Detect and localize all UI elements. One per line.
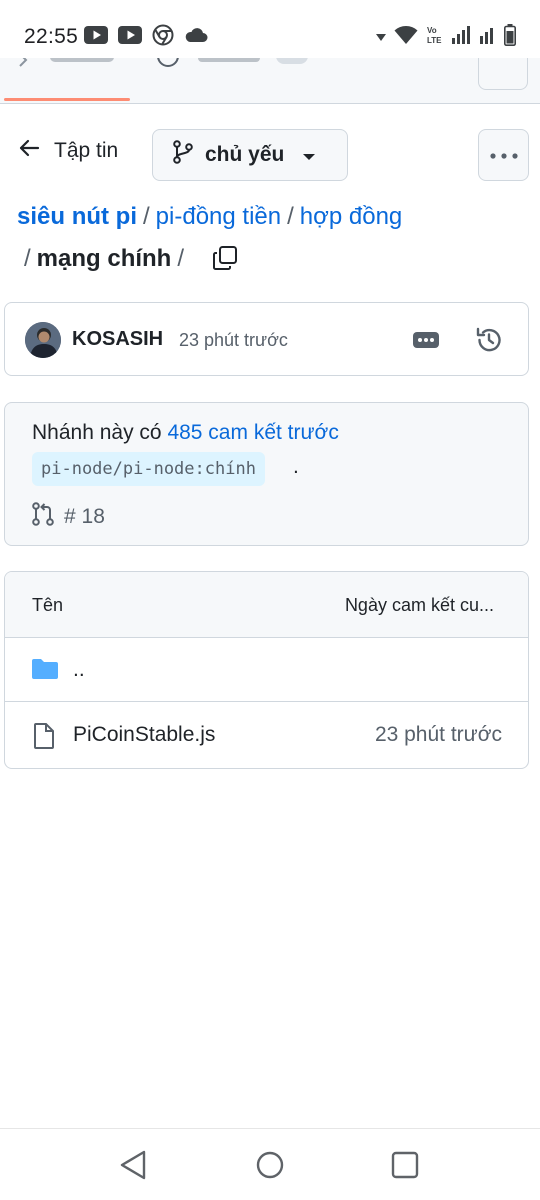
commit-time: 23 phút trước bbox=[179, 330, 288, 350]
svg-text:Vo: Vo bbox=[427, 26, 437, 35]
file-icon bbox=[31, 722, 57, 755]
nav-recents-icon[interactable] bbox=[390, 1149, 420, 1186]
arrow-left-icon bbox=[18, 138, 40, 164]
tab-active-underline bbox=[4, 98, 130, 101]
status-notification-icons bbox=[84, 24, 208, 51]
status-system-icons: Vo LTE bbox=[376, 24, 516, 51]
branch-comparison-prefix: Nhánh này có bbox=[32, 421, 162, 444]
branch-select-label: chủ yếu bbox=[205, 143, 285, 166]
wifi-icon bbox=[394, 25, 418, 50]
pull-request-link[interactable]: # 18 bbox=[32, 502, 105, 532]
table-header: Tên Ngày cam kết cu... bbox=[5, 572, 528, 638]
breadcrumb-separator: / bbox=[24, 245, 31, 272]
column-header-name: Tên bbox=[32, 595, 64, 615]
copy-path-icon[interactable] bbox=[212, 243, 238, 285]
row-date: 23 phút trước bbox=[374, 723, 502, 746]
branch-comparison-suffix: . bbox=[293, 455, 299, 478]
breadcrumb-separator: / bbox=[177, 245, 185, 272]
nav-home-icon[interactable] bbox=[255, 1149, 285, 1186]
back-button-label: Tập tin bbox=[54, 139, 119, 162]
column-header-commit-date: Ngày cam kết cu... bbox=[344, 595, 494, 615]
signal-icon bbox=[480, 26, 496, 49]
latest-commit-box: KOSASIH 23 phút trước bbox=[4, 302, 529, 376]
svg-text:LTE: LTE bbox=[427, 36, 442, 45]
breadcrumb-current: mạng chính bbox=[36, 245, 172, 272]
nav-back-icon[interactable] bbox=[118, 1149, 148, 1186]
tab-overflow-button[interactable] bbox=[478, 58, 528, 90]
breadcrumb-link-pi-coin[interactable]: pi-đồng tiền bbox=[156, 203, 281, 230]
chrome-icon bbox=[152, 24, 174, 51]
history-icon[interactable] bbox=[474, 325, 504, 360]
youtube-icon bbox=[84, 26, 108, 49]
git-branch-icon bbox=[173, 140, 193, 170]
cloud-icon bbox=[184, 27, 208, 48]
branch-select-button[interactable]: chủ yếu bbox=[152, 129, 348, 181]
breadcrumb-link-contracts[interactable]: hợp đồng bbox=[300, 203, 403, 230]
table-row[interactable]: PiCoinStable.js 23 phút trước bbox=[5, 703, 528, 767]
breadcrumb-separator: / bbox=[287, 203, 294, 230]
branch-comparison-text: Nhánh này có 485 cam kết trước bbox=[32, 421, 339, 445]
ellipsis-icon[interactable] bbox=[413, 332, 439, 353]
battery-icon bbox=[504, 24, 516, 51]
commits-ahead-link[interactable]: 485 cam kết trước bbox=[167, 421, 338, 444]
caret-down-icon bbox=[302, 143, 316, 167]
breadcrumb-separator: / bbox=[143, 203, 150, 230]
commit-author[interactable]: KOSASIH bbox=[72, 328, 163, 351]
folder-icon bbox=[31, 657, 59, 686]
repo-tab-bar bbox=[0, 58, 540, 104]
branch-comparison-box: Nhánh này có 485 cam kết trước pi-node/p… bbox=[4, 402, 529, 546]
system-navigation-bar bbox=[0, 1128, 540, 1200]
upstream-branch-ref[interactable]: pi-node/pi-node:chính bbox=[32, 452, 265, 486]
back-button[interactable]: Tập tin bbox=[18, 138, 118, 164]
breadcrumb-root-link[interactable]: siêu nút pi bbox=[17, 203, 137, 230]
tab-code-partial[interactable] bbox=[18, 58, 130, 76]
pull-request-number: # 18 bbox=[64, 505, 105, 528]
kebab-horizontal-icon bbox=[489, 146, 518, 164]
table-row[interactable]: .. bbox=[5, 638, 528, 702]
git-pull-request-icon bbox=[32, 502, 54, 532]
avatar[interactable] bbox=[25, 322, 61, 358]
status-time: 22:55 bbox=[24, 25, 79, 48]
breadcrumb: siêu nút pi / pi-đồng tiền / hợp đồng / mạng … bbox=[17, 196, 527, 285]
youtube-icon bbox=[118, 26, 142, 49]
signal-icon bbox=[452, 26, 472, 49]
tab-issues-partial[interactable] bbox=[154, 58, 314, 74]
files-table: Tên Ngày cam kết cu... .. PiCoinStable.j… bbox=[4, 571, 529, 769]
row-name: .. bbox=[73, 658, 85, 681]
more-options-button[interactable] bbox=[478, 129, 529, 181]
volte-icon: Vo LTE bbox=[426, 25, 444, 50]
file-header: Tập tin chủ yếu bbox=[0, 128, 540, 182]
row-name: PiCoinStable.js bbox=[73, 723, 216, 746]
vibrate-icon bbox=[376, 29, 386, 47]
